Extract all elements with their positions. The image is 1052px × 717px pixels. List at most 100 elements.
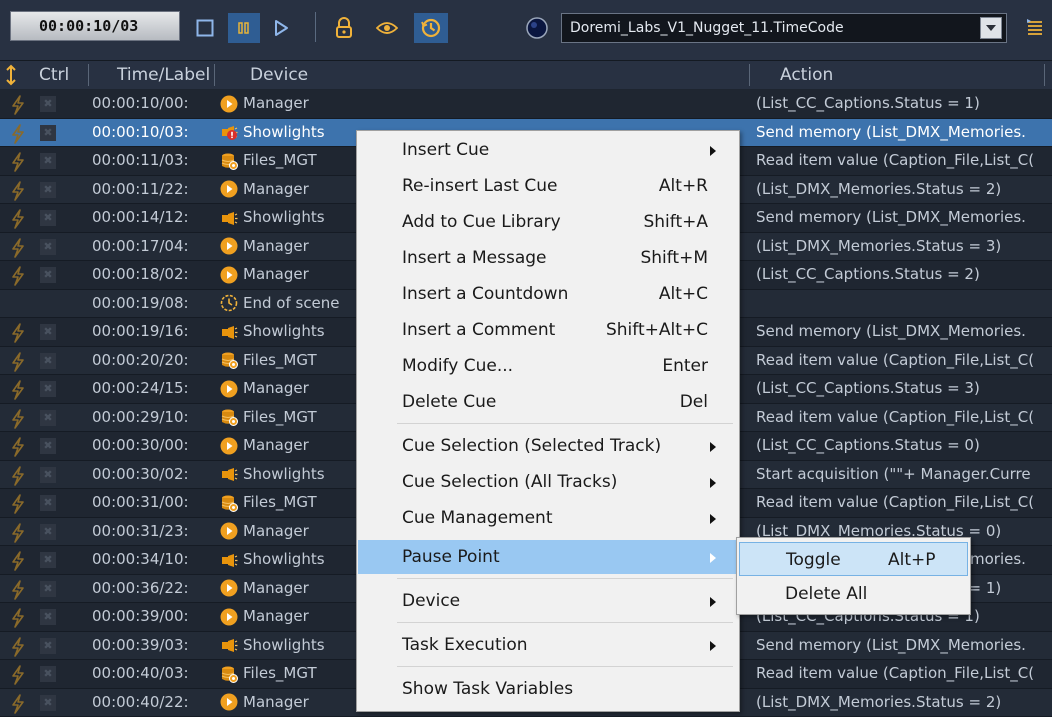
- menu-item-insert-a-countdown[interactable]: Insert a CountdownAlt+C: [358, 277, 738, 311]
- disable-checkbox[interactable]: ✖: [40, 410, 56, 426]
- trigger-icon[interactable]: [10, 181, 26, 201]
- trigger-icon[interactable]: [10, 608, 26, 628]
- column-divider[interactable]: [749, 64, 750, 86]
- trigger-icon[interactable]: [10, 694, 26, 714]
- row-ctrl-cell[interactable]: ✖: [8, 489, 68, 516]
- submenu-item-toggle[interactable]: ToggleAlt+P: [739, 542, 968, 576]
- column-header-device[interactable]: Device: [250, 61, 308, 89]
- row-ctrl-cell[interactable]: ✖: [8, 347, 68, 374]
- column-divider[interactable]: [214, 64, 215, 86]
- menu-item-cue-selection-selected-track[interactable]: Cue Selection (Selected Track): [358, 429, 738, 463]
- timecode-display[interactable]: 00:00:10/03: [10, 11, 180, 41]
- trigger-icon[interactable]: [10, 523, 26, 543]
- row-ctrl-cell[interactable]: ✖: [8, 575, 68, 602]
- row-ctrl-cell[interactable]: ✖: [8, 90, 68, 117]
- row-ctrl-cell[interactable]: ✖: [8, 261, 68, 288]
- disable-checkbox[interactable]: ✖: [40, 210, 56, 226]
- lock-button[interactable]: [331, 13, 357, 43]
- trigger-icon[interactable]: [10, 665, 26, 685]
- column-header-ctrl[interactable]: Ctrl: [39, 61, 69, 89]
- trigger-icon[interactable]: [10, 437, 26, 457]
- disable-checkbox[interactable]: ✖: [40, 324, 56, 340]
- row-ctrl-cell[interactable]: ✖: [8, 147, 68, 174]
- stop-button[interactable]: [192, 13, 218, 43]
- disable-checkbox[interactable]: ✖: [40, 638, 56, 654]
- disable-checkbox[interactable]: ✖: [40, 96, 56, 112]
- row-ctrl-cell[interactable]: ✖: [8, 318, 68, 345]
- sort-icon[interactable]: [4, 61, 18, 89]
- disable-checkbox[interactable]: ✖: [40, 438, 56, 454]
- disable-checkbox[interactable]: ✖: [40, 552, 56, 568]
- row-ctrl-cell[interactable]: ✖: [8, 432, 68, 459]
- trigger-icon[interactable]: [10, 352, 26, 372]
- disable-checkbox[interactable]: ✖: [40, 153, 56, 169]
- trigger-icon[interactable]: [10, 380, 26, 400]
- trigger-icon[interactable]: [10, 466, 26, 486]
- row-ctrl-cell[interactable]: ✖: [8, 461, 68, 488]
- disable-checkbox[interactable]: ✖: [40, 581, 56, 597]
- row-ctrl-cell[interactable]: ✖: [8, 546, 68, 573]
- trigger-icon[interactable]: [10, 551, 26, 571]
- history-button[interactable]: [414, 13, 448, 43]
- row-ctrl-cell[interactable]: ✖: [8, 404, 68, 431]
- row-ctrl-cell[interactable]: ✖: [8, 233, 68, 260]
- eye-button[interactable]: [372, 13, 402, 43]
- play-button[interactable]: [268, 13, 294, 43]
- row-ctrl-cell[interactable]: ✖: [8, 518, 68, 545]
- row-ctrl-cell[interactable]: ✖: [8, 375, 68, 402]
- menu-item-insert-a-message[interactable]: Insert a MessageShift+M: [358, 241, 738, 275]
- trigger-icon[interactable]: [10, 323, 26, 343]
- row-ctrl-cell[interactable]: ✖: [8, 689, 68, 716]
- trigger-icon[interactable]: [10, 152, 26, 172]
- row-ctrl-cell[interactable]: ✖: [8, 632, 68, 659]
- list-menu-button[interactable]: [1022, 13, 1048, 43]
- row-ctrl-cell[interactable]: ✖: [8, 176, 68, 203]
- trigger-icon[interactable]: [10, 95, 26, 115]
- column-header-action[interactable]: Action: [780, 61, 833, 89]
- disable-checkbox[interactable]: ✖: [40, 353, 56, 369]
- menu-item-add-to-cue-library[interactable]: Add to Cue LibraryShift+A: [358, 205, 738, 239]
- row-ctrl-cell[interactable]: ✖: [8, 119, 68, 146]
- pause-button[interactable]: [228, 13, 260, 43]
- trigger-icon[interactable]: [10, 209, 26, 229]
- menu-item-insert-a-comment[interactable]: Insert a CommentShift+Alt+C: [358, 313, 738, 347]
- menu-item-show-task-variables[interactable]: Show Task Variables: [358, 672, 738, 706]
- row-ctrl-cell[interactable]: [8, 290, 68, 317]
- disable-checkbox[interactable]: ✖: [40, 125, 56, 141]
- trigger-icon[interactable]: [10, 409, 26, 429]
- table-row[interactable]: ✖00:00:10/00:Manager(List_CC_Captions.St…: [0, 90, 1052, 119]
- trigger-icon[interactable]: [10, 124, 26, 144]
- row-ctrl-cell[interactable]: ✖: [8, 204, 68, 231]
- trigger-icon[interactable]: [10, 580, 26, 600]
- timecode-source-select[interactable]: Doremi_Labs_V1_Nugget_11.TimeCode: [561, 13, 1007, 43]
- menu-item-device[interactable]: Device: [358, 584, 738, 618]
- disable-checkbox[interactable]: ✖: [40, 381, 56, 397]
- menu-item-delete-cue[interactable]: Delete CueDel: [358, 385, 738, 419]
- menu-item-re-insert-last-cue[interactable]: Re-insert Last CueAlt+R: [358, 169, 738, 203]
- menu-item-cue-management[interactable]: Cue Management: [358, 501, 738, 535]
- disable-checkbox[interactable]: ✖: [40, 524, 56, 540]
- disable-checkbox[interactable]: ✖: [40, 695, 56, 711]
- column-header-time[interactable]: Time/Label: [117, 61, 210, 89]
- column-divider[interactable]: [88, 64, 89, 86]
- disable-checkbox[interactable]: ✖: [40, 239, 56, 255]
- disable-checkbox[interactable]: ✖: [40, 467, 56, 483]
- trigger-icon[interactable]: [10, 238, 26, 258]
- menu-item-task-execution[interactable]: Task Execution: [358, 628, 738, 662]
- chevron-down-icon[interactable]: [980, 17, 1002, 39]
- menu-item-cue-selection-all-tracks[interactable]: Cue Selection (All Tracks): [358, 465, 738, 499]
- disable-checkbox[interactable]: ✖: [40, 609, 56, 625]
- submenu-item-delete-all[interactable]: Delete All: [739, 577, 968, 611]
- column-divider[interactable]: [1044, 64, 1045, 86]
- trigger-icon[interactable]: [10, 266, 26, 286]
- menu-item-insert-cue[interactable]: Insert Cue: [358, 133, 738, 167]
- menu-item-modify-cue[interactable]: Modify Cue...Enter: [358, 349, 738, 383]
- trigger-icon[interactable]: [10, 637, 26, 657]
- disable-checkbox[interactable]: ✖: [40, 182, 56, 198]
- row-ctrl-cell[interactable]: ✖: [8, 603, 68, 630]
- menu-item-pause-point[interactable]: Pause Point: [358, 540, 738, 574]
- disable-checkbox[interactable]: ✖: [40, 495, 56, 511]
- disable-checkbox[interactable]: ✖: [40, 267, 56, 283]
- row-ctrl-cell[interactable]: ✖: [8, 660, 68, 687]
- trigger-icon[interactable]: [10, 494, 26, 514]
